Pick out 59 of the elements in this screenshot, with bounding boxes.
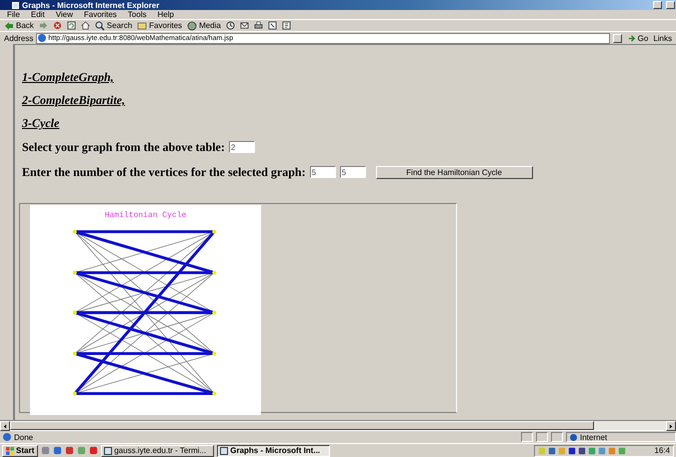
vertices-label: Enter the number of the vertices for the selected graph:: [22, 164, 306, 180]
graph-type-link[interactable]: 2-CompleteBipartite,: [22, 94, 125, 107]
taskbar-button[interactable]: gauss.iyte.edu.tr - Termi...: [101, 444, 214, 456]
windows-flag-icon: [6, 446, 14, 454]
media-button[interactable]: Media: [187, 20, 221, 31]
search-icon: [94, 20, 105, 30]
menu-item[interactable]: Help: [156, 10, 175, 19]
scroll-left-button[interactable]: [0, 421, 10, 431]
clock-text: 16:4: [654, 446, 670, 455]
maximize-button[interactable]: [666, 1, 675, 9]
stop-icon[interactable]: [52, 21, 62, 30]
status-panel: [521, 432, 533, 442]
back-button[interactable]: Back: [4, 20, 34, 31]
window-icon: [104, 446, 112, 454]
links-label[interactable]: Links: [653, 34, 672, 42]
status-panel: [536, 432, 548, 442]
start-button[interactable]: Start: [2, 444, 38, 456]
document-icon[interactable]: [268, 21, 277, 30]
menu-item[interactable]: File: [6, 10, 21, 19]
refresh-icon[interactable]: [66, 21, 76, 30]
search-button[interactable]: Search: [94, 20, 132, 31]
taskbar-button[interactable]: Graphs - Microsoft Int...: [217, 444, 330, 456]
vertices-input[interactable]: 5: [310, 166, 336, 178]
envelope-icon[interactable]: [240, 21, 249, 30]
graph-type-link[interactable]: 1-CompleteGraph,: [22, 71, 114, 84]
arrow-icon: [626, 34, 636, 42]
status-text: Done: [14, 432, 34, 442]
status-panel: [551, 432, 563, 442]
scroll-right-button[interactable]: [666, 421, 676, 431]
window-icon: [12, 2, 19, 8]
left-arrow-icon: [3, 424, 7, 428]
zone-text: Internet: [580, 432, 608, 442]
window-icon: [220, 446, 228, 454]
menu-item[interactable]: Tools: [126, 10, 148, 19]
horizontal-scrollbar[interactable]: [0, 420, 676, 430]
minimize-button[interactable]: [653, 1, 662, 9]
media-icon: [187, 20, 198, 30]
printer-icon[interactable]: [254, 21, 263, 30]
back-arrow-icon: [4, 20, 14, 30]
graph-title: Hamiltonian Cycle: [104, 211, 186, 220]
menu-item[interactable]: Favorites: [82, 10, 118, 19]
address-label: Address: [4, 34, 34, 42]
dropdown-button[interactable]: [612, 34, 622, 42]
vertices-input[interactable]: 5: [340, 166, 366, 178]
folder-icon: [137, 20, 148, 30]
graph-type-link[interactable]: 3-Cycle: [22, 117, 60, 130]
globe-icon: [570, 434, 577, 440]
window-title: Graphs - Microsoft Internet Explorer: [22, 0, 160, 10]
menu-item[interactable]: Edit: [30, 10, 46, 19]
select-label: Select your graph from the above table:: [22, 140, 225, 154]
go-button[interactable]: Go: [624, 34, 650, 42]
menu-item[interactable]: View: [54, 10, 74, 19]
graph-input[interactable]: 2: [228, 141, 255, 153]
clock-icon[interactable]: [226, 21, 235, 30]
scrollbar-thumb[interactable]: [10, 421, 594, 430]
favorites-button[interactable]: Favorites: [137, 20, 182, 31]
right-arrow-icon: [669, 424, 673, 428]
find-button[interactable]: Find the Hamiltonian Cycle: [376, 166, 533, 178]
house-icon[interactable]: [80, 21, 90, 30]
